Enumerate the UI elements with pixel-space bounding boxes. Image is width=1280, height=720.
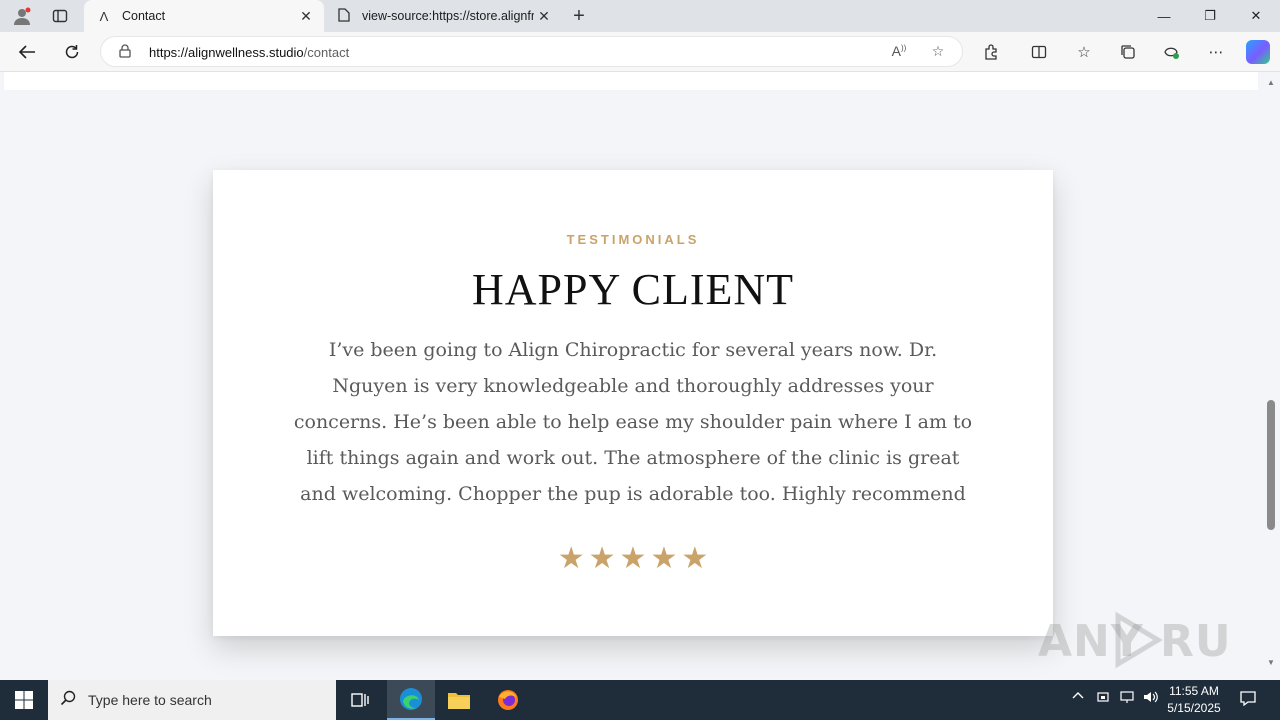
task-view-icon[interactable]	[336, 680, 384, 720]
close-window-button[interactable]: ✕	[1233, 0, 1279, 32]
tab-strip: Λ Contact ✕ view-source:https://store.al…	[0, 0, 1280, 32]
windows-taskbar: Type here to search 11:55 AM 5/15/2025	[0, 680, 1280, 720]
header-strip	[4, 72, 1258, 90]
scrollbar-thumb[interactable]	[1267, 400, 1275, 530]
star-icon: ★	[619, 542, 647, 575]
testimonial-card: TESTIMONIALS HAPPY CLIENT I’ve been goin…	[213, 170, 1053, 636]
browser-essentials-icon[interactable]	[1161, 41, 1183, 63]
security-tray-icon[interactable]	[1095, 690, 1111, 710]
read-aloud-icon[interactable]: A))	[889, 43, 909, 63]
section-eyebrow: TESTIMONIALS	[566, 232, 700, 247]
show-hidden-icons-chevron-icon[interactable]	[1070, 690, 1086, 710]
svg-text:RUN: RUN	[1160, 616, 1228, 667]
refresh-icon[interactable]	[59, 40, 85, 64]
file-explorer-icon[interactable]	[435, 680, 483, 720]
page-icon	[336, 7, 352, 25]
network-icon[interactable]	[1118, 690, 1136, 710]
scroll-down-arrow-icon[interactable]: ▼	[1266, 658, 1276, 668]
favorite-star-icon[interactable]: ☆	[928, 43, 948, 63]
star-icon: ★	[681, 542, 709, 575]
more-options-icon[interactable]: ⋯	[1205, 41, 1227, 63]
back-arrow-icon[interactable]	[14, 40, 40, 64]
tab-title: view-source:https://store.alignfri	[362, 9, 534, 23]
windows-start-icon[interactable]	[0, 680, 48, 720]
tab-title: Contact	[122, 9, 166, 23]
star-icon: ★	[588, 542, 616, 575]
search-icon	[48, 690, 88, 710]
page-viewport: TESTIMONIALS HAPPY CLIENT I’ve been goin…	[0, 72, 1262, 680]
anyrun-watermark: ANY RUN	[1038, 610, 1262, 680]
clock-date: 5/15/2025	[1167, 701, 1221, 715]
tab-contact[interactable]: Λ Contact ✕	[84, 0, 324, 32]
url-bar[interactable]: https://alignwellness.studio/contact A))…	[100, 36, 963, 67]
taskbar-search[interactable]: Type here to search	[48, 680, 336, 720]
star-icon: ★	[557, 542, 585, 575]
url-text[interactable]: https://alignwellness.studio/contact	[149, 45, 349, 60]
star-icon: ★	[650, 542, 678, 575]
firefox-icon[interactable]	[484, 680, 532, 720]
extensions-icon[interactable]	[980, 41, 1002, 63]
close-icon[interactable]: ✕	[296, 8, 316, 25]
notifications-icon[interactable]	[1238, 690, 1258, 710]
restore-button[interactable]: ❐	[1187, 0, 1233, 32]
scroll-up-arrow-icon[interactable]: ▲	[1266, 78, 1276, 88]
search-placeholder: Type here to search	[88, 692, 212, 708]
volume-icon[interactable]	[1142, 690, 1160, 710]
close-icon[interactable]: ✕	[534, 8, 554, 25]
vertical-scrollbar[interactable]: ▲ ▼	[1262, 72, 1280, 680]
new-tab-icon[interactable]: +	[569, 5, 589, 27]
url-host: https://alignwellness.studio	[149, 45, 304, 60]
testimonial-quote: I’ve been going to Align Chiropractic fo…	[293, 339, 973, 505]
tab-view-source[interactable]: view-source:https://store.alignfri ✕	[324, 0, 562, 32]
clock-time: 11:55 AM	[1169, 684, 1219, 698]
copilot-icon[interactable]	[1246, 40, 1270, 64]
split-screen-icon[interactable]	[1028, 41, 1050, 63]
url-path: /contact	[303, 45, 350, 60]
align-logo-icon: Λ	[99, 8, 109, 24]
address-toolbar: https://alignwellness.studio/contact A))…	[0, 32, 1280, 72]
edge-browser-icon[interactable]	[387, 680, 435, 720]
minimize-button[interactable]: —	[1141, 0, 1187, 32]
system-clock[interactable]: 11:55 AM 5/15/2025	[1160, 683, 1228, 717]
favorites-icon[interactable]: ☆	[1073, 41, 1095, 63]
collections-icon[interactable]	[1117, 41, 1139, 63]
section-heading: HAPPY CLIENT	[471, 265, 795, 314]
lock-icon[interactable]	[119, 44, 131, 61]
tab-actions-icon[interactable]	[50, 6, 70, 26]
star-rating: ★ ★ ★ ★ ★	[213, 544, 1053, 574]
profile-icon[interactable]	[12, 6, 32, 26]
